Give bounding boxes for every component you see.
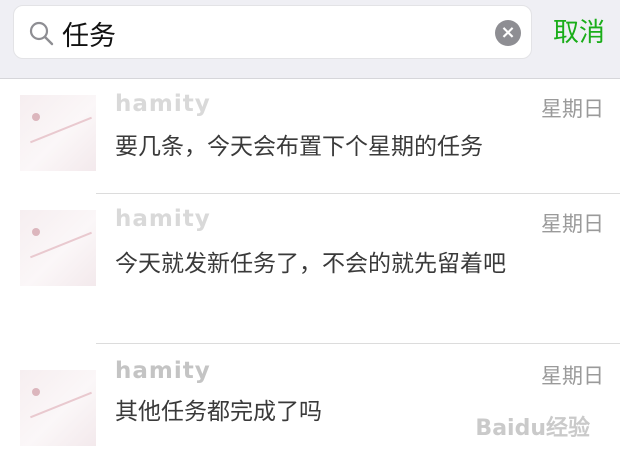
- avatar: [20, 95, 96, 171]
- search-icon: [29, 21, 54, 46]
- watermark: Baidu经验: [475, 416, 590, 441]
- clear-icon[interactable]: ×: [495, 20, 521, 46]
- message-date: 星期日: [541, 97, 604, 121]
- message-date: 星期日: [541, 364, 604, 388]
- avatar: [20, 210, 96, 286]
- search-bar: × 取消: [0, 0, 620, 79]
- contact-name: hamity: [115, 358, 211, 384]
- cancel-button[interactable]: 取消: [553, 12, 605, 49]
- message-text: 今天就发新任务了，不会的就先留着吧: [115, 251, 506, 277]
- search-input[interactable]: [62, 14, 482, 52]
- list-item[interactable]: hamity 星期日 今天就发新任务了，不会的就先留着吧: [0, 194, 620, 344]
- message-text: 要几条，今天会布置下个星期的任务: [115, 134, 483, 160]
- search-field[interactable]: ×: [13, 5, 532, 59]
- avatar: [20, 370, 96, 446]
- list-item[interactable]: hamity 星期日 要几条，今天会布置下个星期的任务: [0, 79, 620, 194]
- message-date: 星期日: [541, 212, 604, 236]
- contact-name: hamity: [115, 206, 211, 232]
- search-results: hamity 星期日 要几条，今天会布置下个星期的任务 hamity 星期日 今…: [0, 79, 620, 464]
- list-item[interactable]: hamity 星期日 其他任务都完成了吗: [0, 344, 620, 464]
- contact-name: hamity: [115, 91, 211, 117]
